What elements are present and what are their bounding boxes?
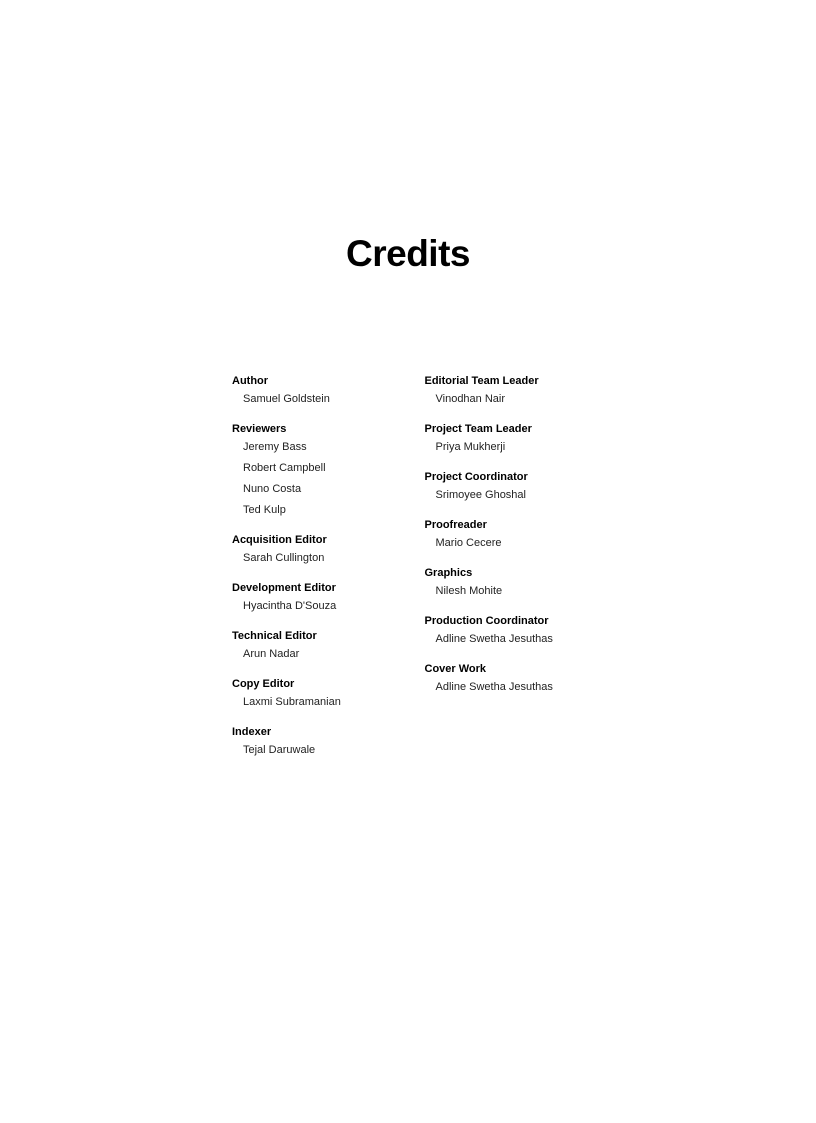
credit-block: Reviewers Jeremy Bass Robert Campbell Nuno … (232, 423, 400, 516)
credit-role: Project Coordinator (425, 471, 593, 483)
credit-person: Priya Mukherji (425, 441, 593, 453)
credit-role: Copy Editor (232, 678, 400, 690)
credit-block: Project Coordinator Srimoyee Ghoshal (425, 471, 593, 501)
credit-role: Graphics (425, 567, 593, 579)
credit-person: Nuno Costa (232, 483, 400, 495)
credit-person: Samuel Goldstein (232, 393, 400, 405)
credit-role: Project Team Leader (425, 423, 593, 435)
credit-role: Editorial Team Leader (425, 375, 593, 387)
credit-block: Acquisition Editor Sarah Cullington (232, 534, 400, 564)
credit-role: Reviewers (232, 423, 400, 435)
credit-person: Adline Swetha Jesuthas (425, 681, 593, 693)
credit-block: Graphics Nilesh Mohite (425, 567, 593, 597)
credit-block: Indexer Tejal Daruwale (232, 726, 400, 756)
credit-person: Jeremy Bass (232, 441, 400, 453)
credit-role: Proofreader (425, 519, 593, 531)
credit-person: Arun Nadar (232, 648, 400, 660)
credit-person: Laxmi Subramanian (232, 696, 400, 708)
credit-role: Production Coordinator (425, 615, 593, 627)
credit-role: Acquisition Editor (232, 534, 400, 546)
credit-person: Adline Swetha Jesuthas (425, 633, 593, 645)
credit-role: Indexer (232, 726, 400, 738)
credit-block: Technical Editor Arun Nadar (232, 630, 400, 660)
credit-person: Srimoyee Ghoshal (425, 489, 593, 501)
credit-block: Cover Work Adline Swetha Jesuthas (425, 663, 593, 693)
credit-block: Proofreader Mario Cecere (425, 519, 593, 549)
credit-person: Sarah Cullington (232, 552, 400, 564)
credit-block: Development Editor Hyacintha D'Souza (232, 582, 400, 612)
credit-role: Technical Editor (232, 630, 400, 642)
credit-person: Robert Campbell (232, 462, 400, 474)
left-column: Author Samuel Goldstein Reviewers Jeremy Ba… (232, 375, 400, 774)
credit-block: Production Coordinator Adline Swetha Jesu… (425, 615, 593, 645)
right-column: Editorial Team Leader Vinodhan Nair Projec… (425, 375, 593, 774)
credit-person: Hyacintha D'Souza (232, 600, 400, 612)
page-title: Credits (0, 233, 816, 275)
credit-block: Author Samuel Goldstein (232, 375, 400, 405)
credit-person: Mario Cecere (425, 537, 593, 549)
credit-person: Ted Kulp (232, 504, 400, 516)
credit-block: Editorial Team Leader Vinodhan Nair (425, 375, 593, 405)
credit-block: Copy Editor Laxmi Subramanian (232, 678, 400, 708)
credits-container: Author Samuel Goldstein Reviewers Jeremy Ba… (232, 375, 592, 774)
credit-person: Vinodhan Nair (425, 393, 593, 405)
credit-role: Author (232, 375, 400, 387)
credit-person: Nilesh Mohite (425, 585, 593, 597)
credit-role: Development Editor (232, 582, 400, 594)
credit-role: Cover Work (425, 663, 593, 675)
credit-person: Tejal Daruwale (232, 744, 400, 756)
credit-block: Project Team Leader Priya Mukherji (425, 423, 593, 453)
